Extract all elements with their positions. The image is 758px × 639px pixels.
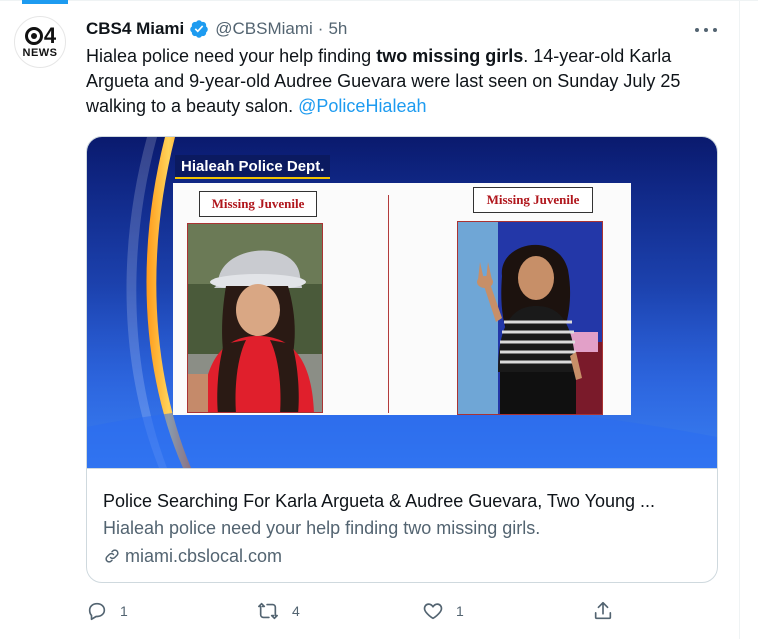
card-title[interactable]: Police Searching For Karla Argueta & Aud… (103, 489, 701, 513)
more-dot (695, 28, 699, 32)
tweet-text-bold: two missing girls (376, 46, 524, 66)
tweet-text-part: Hialea police need your help finding (86, 46, 377, 66)
missing-tag-right: Missing Juvenile (473, 187, 593, 213)
logo-news-text: NEWS (22, 46, 58, 59)
share-icon (594, 601, 612, 620)
more-options-icon[interactable] (695, 22, 717, 38)
card-domain-text: miami.cbslocal.com (125, 546, 283, 566)
heart-icon (423, 603, 443, 620)
tweet-timestamp[interactable]: 5h (328, 19, 347, 39)
photo-audree (457, 221, 603, 415)
header-separator: · (317, 19, 324, 38)
top-border (0, 0, 758, 1)
retweet-icon (258, 602, 278, 620)
share-button[interactable] (592, 598, 614, 624)
top-accent (0, 0, 758, 6)
timeline-border (739, 0, 740, 639)
mention-link[interactable]: @PoliceHialeah (298, 96, 426, 116)
dept-label: Hialeah Police Dept. (175, 155, 331, 179)
more-dot (713, 28, 717, 32)
like-count: 1 (456, 603, 464, 619)
like-button[interactable]: 1 (422, 598, 464, 624)
link-icon (105, 549, 119, 563)
reply-count: 1 (120, 603, 128, 619)
more-dot (704, 28, 708, 32)
card-image[interactable]: Hialeah Police Dept. Missing Juvenile Mi… (87, 137, 717, 468)
active-indicator (22, 0, 68, 4)
missing-poster-slide: Missing Juvenile Missing Juvenile (173, 183, 631, 415)
tweet-actions: 1 4 1 (86, 598, 626, 624)
author-handle[interactable]: @CBSMiami (215, 19, 313, 39)
card-domain[interactable]: miami.cbslocal.com (103, 543, 701, 569)
retweet-button[interactable]: 4 (256, 598, 300, 624)
card-body[interactable]: Police Searching For Karla Argueta & Aud… (87, 468, 717, 582)
author-display-name[interactable]: CBS4 Miami (86, 19, 184, 39)
tweet-header: CBS4 Miami @CBSMiami · 5h (86, 18, 347, 40)
retweet-count: 4 (292, 603, 300, 619)
missing-tag-left: Missing Juvenile (199, 191, 317, 217)
photo-karla (187, 223, 323, 413)
slide-divider (388, 195, 389, 413)
card-description: Hialeah police need your help finding tw… (103, 518, 541, 538)
cbs-eye-logo: 4 (24, 22, 56, 48)
verified-badge-icon (190, 20, 208, 38)
reply-button[interactable]: 1 (86, 598, 128, 624)
logo-channel-number: 4 (43, 22, 56, 48)
avatar[interactable]: 4 NEWS (14, 16, 66, 68)
tweet-text: Hialea police need your help finding two… (86, 44, 706, 119)
reply-icon (88, 602, 106, 621)
link-card[interactable]: Hialeah Police Dept. Missing Juvenile Mi… (86, 136, 718, 583)
cbs-eye-icon (24, 26, 43, 45)
